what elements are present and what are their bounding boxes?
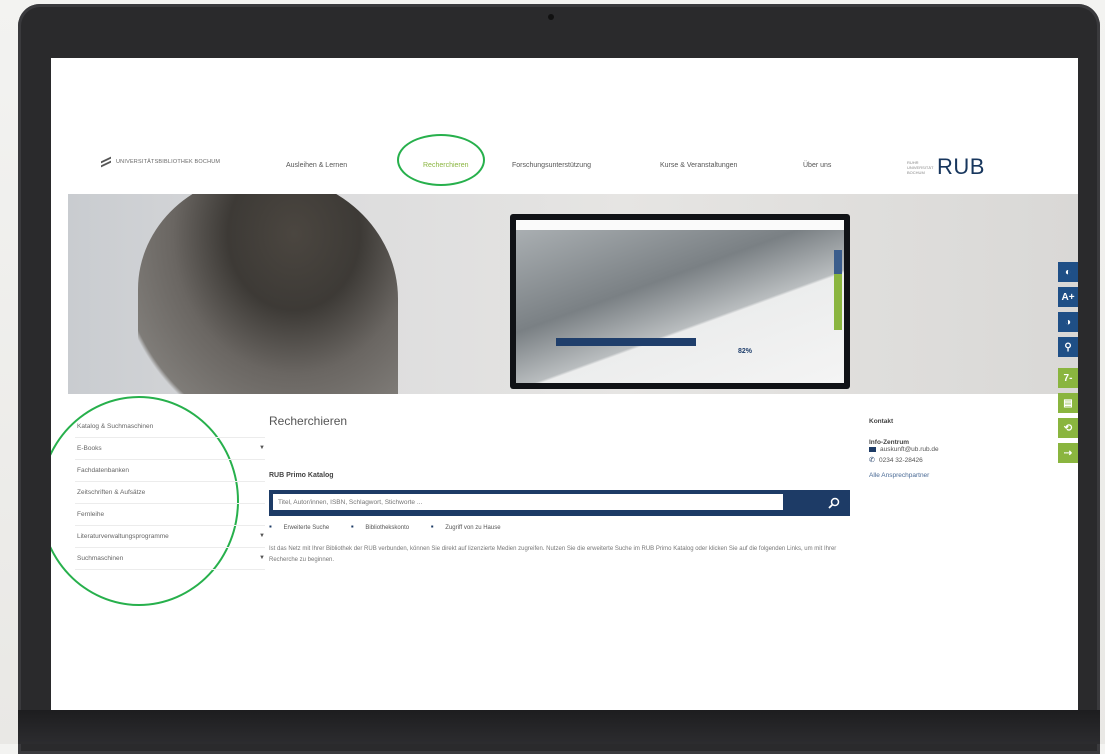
search-sublinks: ▪ Erweiterte Suche ▪ Bibliothekskonto ▪ … [269,522,521,531]
contact-title: Kontakt [869,418,894,425]
rub-logo-text: RUB [937,154,985,180]
text-size-icon[interactable]: A+ [1058,287,1078,307]
site-header: UNIVERSITÄTSBIBLIOTHEK BOCHUM Ausleihen … [51,150,1078,186]
account-icon[interactable]: ⇢ [1058,443,1078,463]
hero-monitor-searchbar [556,338,696,346]
chevron-down-icon[interactable]: ▼ [259,548,265,569]
sidebar-item-label: Fernleihe [77,511,105,518]
sidebar-item-label: Literaturverwaltungsprogramme [77,533,169,540]
contact-email-row[interactable]: auskunft@ub.rub.de [869,446,1029,453]
browser-viewport: UNIVERSITÄTSBIBLIOTHEK BOCHUM Ausleihen … [51,58,1078,710]
link-library-account[interactable]: ▪ Bibliothekskonto [350,522,419,531]
sidebar-item-suchmaschinen[interactable]: Suchmaschinen ▼ [75,548,265,570]
sidebar-item-label: Katalog & Suchmaschinen [77,423,154,430]
search-icon[interactable]: ⚲ [1058,337,1078,357]
phone-icon: ✆ [869,456,875,464]
hours-icon[interactable]: 7- [1058,368,1078,388]
nav-ausleihen-lernen[interactable]: Ausleihen & Lernen [286,162,347,169]
hero-monitor-navbar [516,220,844,230]
chevron-down-icon[interactable]: ▼ [259,438,265,459]
bullet-icon: ▪ [430,522,434,531]
hero-person-image [138,194,398,394]
link-advanced-search[interactable]: ▪ Erweiterte Suche [269,522,339,531]
sidebar-item-label: Suchmaschinen [77,555,124,562]
primo-search-input[interactable] [273,494,783,510]
contact-phone-row[interactable]: ✆ 0234 32-28426 [869,456,1029,465]
contact-box: Kontakt Info-Zentrum auskunft@ub.rub.de … [869,418,1029,479]
sidebar-item-label: Zeitschriften & Aufsätze [77,489,146,496]
sidebar-item-label: Fachdatenbanken [77,467,130,474]
camera-dot [548,14,554,20]
contact-email: auskunft@ub.rub.de [880,446,939,453]
nav-ueber-uns[interactable]: Über uns [803,162,831,169]
rub-logo-small-text: RUHR UNIVERSITÄT BOCHUM [907,159,934,175]
primo-search-bar [269,490,836,516]
nav-kurse-veranstaltungen[interactable]: Kurse & Veranstaltungen [660,162,737,169]
login-icon[interactable]: ⟲ [1058,418,1078,438]
bullet-icon: ▪ [269,522,272,531]
intro-paragraph: Ist das Netz mit Ihrer Bibliothek der RU… [269,546,837,563]
sidebar-item-fachdatenbanken[interactable]: Fachdatenbanken [75,460,265,482]
link-label: Bibliothekskonto [365,525,410,531]
nav-forschungsunterstuetzung[interactable]: Forschungsunterstützung [512,162,591,169]
contact-all-link[interactable]: Alle Ansprechpartner [869,472,1029,479]
hero-monitor-sidebar [834,250,842,330]
highlight-circle-nav [397,134,485,186]
contact-name: Info-Zentrum [869,439,910,446]
hero-banner: 82% [68,194,1078,394]
link-remote-access[interactable]: ▪ Zugriff von zu Hause [430,522,511,531]
hero-monitor-screen: 82% [516,220,844,383]
library-logo-icon [101,158,111,166]
primo-catalog-label: RUB Primo Katalog [269,472,334,479]
contact-phone: 0234 32-28426 [879,457,923,464]
sidebar-item-label: E-Books [77,445,102,452]
mail-icon [869,447,876,452]
dark-mode-icon[interactable]: ◑ [1058,312,1078,332]
accessibility-rail: ◐ A+ ◑ ⚲ 7- ▤ ⟲ ⇢ [1058,262,1078,463]
rub-logo[interactable]: RUHR UNIVERSITÄT BOCHUM RUB [907,154,985,180]
sidebar-item-zeitschriften[interactable]: Zeitschriften & Aufsätze [75,482,265,504]
link-label: Erweiterte Suche [283,525,330,531]
hero-monitor-percent: 82% [738,348,753,355]
rub-logo-wordmark: RUB [937,154,985,179]
laptop-bottom-bezel [18,710,1100,744]
link-label: Zugriff von zu Hause [445,525,501,531]
library-name: UNIVERSITÄTSBIBLIOTHEK BOCHUM [116,159,221,165]
page-title: Recherchieren [269,414,348,428]
library-logo[interactable]: UNIVERSITÄTSBIBLIOTHEK BOCHUM [101,158,246,166]
bullet-icon: ▪ [350,522,354,531]
search-icon [828,497,840,509]
calendar-icon[interactable]: ▤ [1058,393,1078,413]
sidebar-item-katalog[interactable]: Katalog & Suchmaschinen [75,416,265,438]
contrast-icon[interactable]: ◐ [1058,262,1078,282]
hero-monitor: 82% [510,214,850,389]
sidebar-item-literaturverwaltung[interactable]: Literaturverwaltungsprogramme ▼ [75,526,265,548]
sidebar-item-fernleihe[interactable]: Fernleihe [75,504,265,526]
sidebar-item-ebooks[interactable]: E-Books ▼ [75,438,265,460]
search-button[interactable] [818,490,850,516]
chevron-down-icon[interactable]: ▼ [259,526,265,547]
sidebar-nav: Katalog & Suchmaschinen E-Books ▼ Fachdat… [75,416,265,570]
